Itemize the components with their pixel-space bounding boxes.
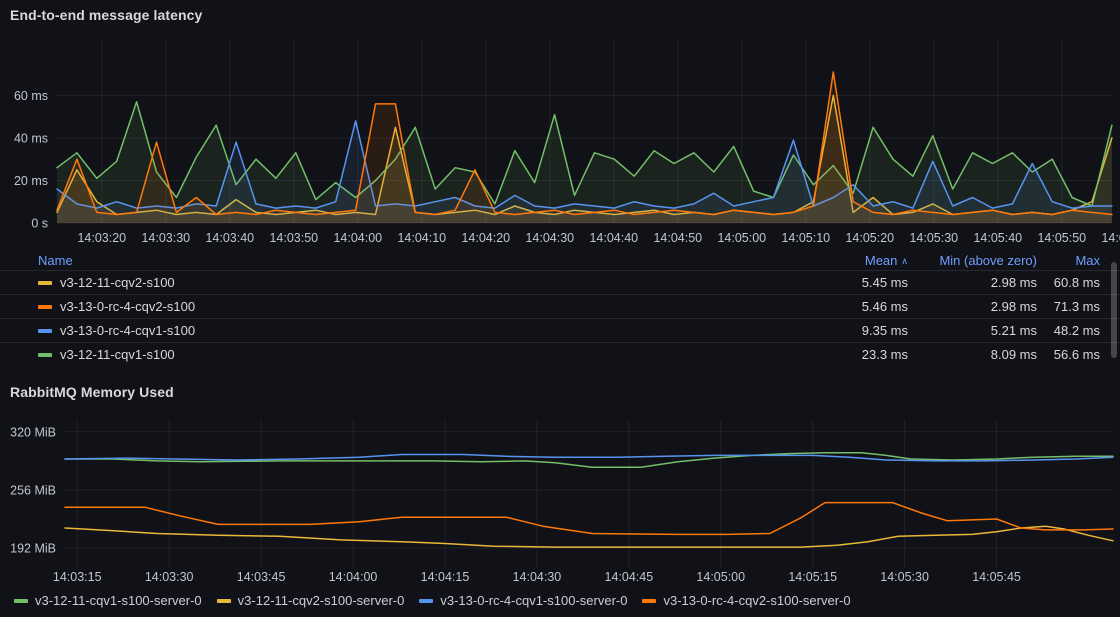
memory-panel-title[interactable]: RabbitMQ Memory Used [10,384,174,400]
latency-panel-title[interactable]: End-to-end message latency [10,7,202,23]
latency-chart[interactable]: 0 s 20 ms 40 ms 60 ms 14:03:20 14:03:30 14:03:… [0,28,1120,250]
svg-text:14:06:00: 14:06:00 [1101,231,1120,245]
column-header-name[interactable]: Name [0,253,768,268]
series-color-swatch [38,353,52,357]
column-header-mean[interactable]: Mean∧ [768,253,908,268]
series-color-swatch [14,599,28,603]
svg-text:14:03:30: 14:03:30 [141,231,190,245]
svg-text:14:05:40: 14:05:40 [973,231,1022,245]
legend-item[interactable]: v3-13-0-rc-4-cqv2-s100-server-0 [642,593,850,608]
svg-text:40 ms: 40 ms [14,131,48,145]
series-color-swatch [38,329,52,333]
series-color-swatch [38,281,52,285]
svg-text:60 ms: 60 ms [14,89,48,103]
max-value: 56.6 ms [1037,347,1120,362]
svg-text:14:05:00: 14:05:00 [717,231,766,245]
svg-text:14:04:40: 14:04:40 [589,231,638,245]
legend-table-header: Name Mean∧ Min (above zero) Max [0,250,1120,270]
svg-text:192 MiB: 192 MiB [10,542,56,556]
svg-text:14:05:00: 14:05:00 [696,570,745,584]
max-value: 48.2 ms [1037,323,1120,338]
table-row[interactable]: v3-13-0-rc-4-cqv1-s100 9.35 ms 5.21 ms 4… [0,318,1120,342]
svg-text:14:04:30: 14:04:30 [525,231,574,245]
scrollbar-thumb[interactable] [1111,262,1117,358]
svg-text:14:04:45: 14:04:45 [605,570,654,584]
memory-legend: v3-12-11-cqv1-s100-server-0 v3-12-11-cqv… [14,593,851,608]
svg-text:20 ms: 20 ms [14,174,48,188]
svg-text:14:03:30: 14:03:30 [145,570,194,584]
mean-value: 23.3 ms [768,347,908,362]
svg-text:320 MiB: 320 MiB [10,425,56,439]
svg-text:14:05:30: 14:05:30 [909,231,958,245]
series-color-swatch [38,305,52,309]
svg-text:14:04:30: 14:04:30 [513,570,562,584]
table-row[interactable]: v3-12-11-cqv1-s100 23.3 ms 8.09 ms 56.6 … [0,342,1120,366]
svg-text:14:05:50: 14:05:50 [1037,231,1086,245]
series-color-swatch [642,599,656,603]
min-value: 8.09 ms [908,347,1037,362]
legend-item[interactable]: v3-12-11-cqv1-s100-server-0 [14,593,202,608]
min-value: 5.21 ms [908,323,1037,338]
max-value: 60.8 ms [1037,275,1120,290]
legend-item[interactable]: v3-13-0-rc-4-cqv1-s100-server-0 [419,593,627,608]
legend-item[interactable]: v3-12-11-cqv2-s100-server-0 [217,593,405,608]
legend-label: v3-13-0-rc-4-cqv2-s100-server-0 [663,593,850,608]
series-color-swatch [217,599,231,603]
series-name: v3-12-11-cqv2-s100 [60,275,175,290]
svg-text:14:04:20: 14:04:20 [461,231,510,245]
svg-text:14:03:40: 14:03:40 [205,231,254,245]
svg-text:14:05:30: 14:05:30 [880,570,929,584]
svg-text:256 MiB: 256 MiB [10,483,56,497]
svg-text:14:04:15: 14:04:15 [421,570,470,584]
sort-ascending-icon: ∧ [901,256,908,266]
column-header-max[interactable]: Max [1037,253,1120,268]
mean-value: 9.35 ms [768,323,908,338]
mean-value: 5.45 ms [768,275,908,290]
column-header-min[interactable]: Min (above zero) [908,253,1037,268]
svg-text:14:05:15: 14:05:15 [788,570,837,584]
legend-label: v3-12-11-cqv2-s100-server-0 [238,593,405,608]
legend-label: v3-12-11-cqv1-s100-server-0 [35,593,202,608]
svg-text:14:04:10: 14:04:10 [397,231,446,245]
svg-text:14:04:00: 14:04:00 [333,231,382,245]
svg-text:14:03:15: 14:03:15 [53,570,102,584]
legend-label: v3-13-0-rc-4-cqv1-s100-server-0 [440,593,627,608]
min-value: 2.98 ms [908,299,1037,314]
svg-text:14:05:20: 14:05:20 [845,231,894,245]
table-row[interactable]: v3-13-0-rc-4-cqv2-s100 5.46 ms 2.98 ms 7… [0,294,1120,318]
series-name: v3-13-0-rc-4-cqv1-s100 [60,323,195,338]
svg-text:14:04:00: 14:04:00 [329,570,378,584]
mean-value: 5.46 ms [768,299,908,314]
svg-text:14:03:45: 14:03:45 [237,570,286,584]
svg-text:14:04:50: 14:04:50 [653,231,702,245]
svg-text:14:03:50: 14:03:50 [269,231,318,245]
series-name: v3-12-11-cqv1-s100 [60,347,175,362]
svg-text:14:05:10: 14:05:10 [781,231,830,245]
memory-chart[interactable]: 192 MiB 256 MiB 320 MiB 14:03:15 14:03:30 14:… [0,405,1120,590]
svg-text:14:03:20: 14:03:20 [77,231,126,245]
svg-text:0 s: 0 s [31,217,48,231]
max-value: 71.3 ms [1037,299,1120,314]
mean-header-label: Mean [865,253,898,268]
series-color-swatch [419,599,433,603]
min-value: 2.98 ms [908,275,1037,290]
svg-text:14:05:45: 14:05:45 [972,570,1021,584]
latency-legend-table: Name Mean∧ Min (above zero) Max v3-12-11… [0,250,1120,366]
series-name: v3-13-0-rc-4-cqv2-s100 [60,299,195,314]
table-row[interactable]: v3-12-11-cqv2-s100 5.45 ms 2.98 ms 60.8 … [0,270,1120,294]
